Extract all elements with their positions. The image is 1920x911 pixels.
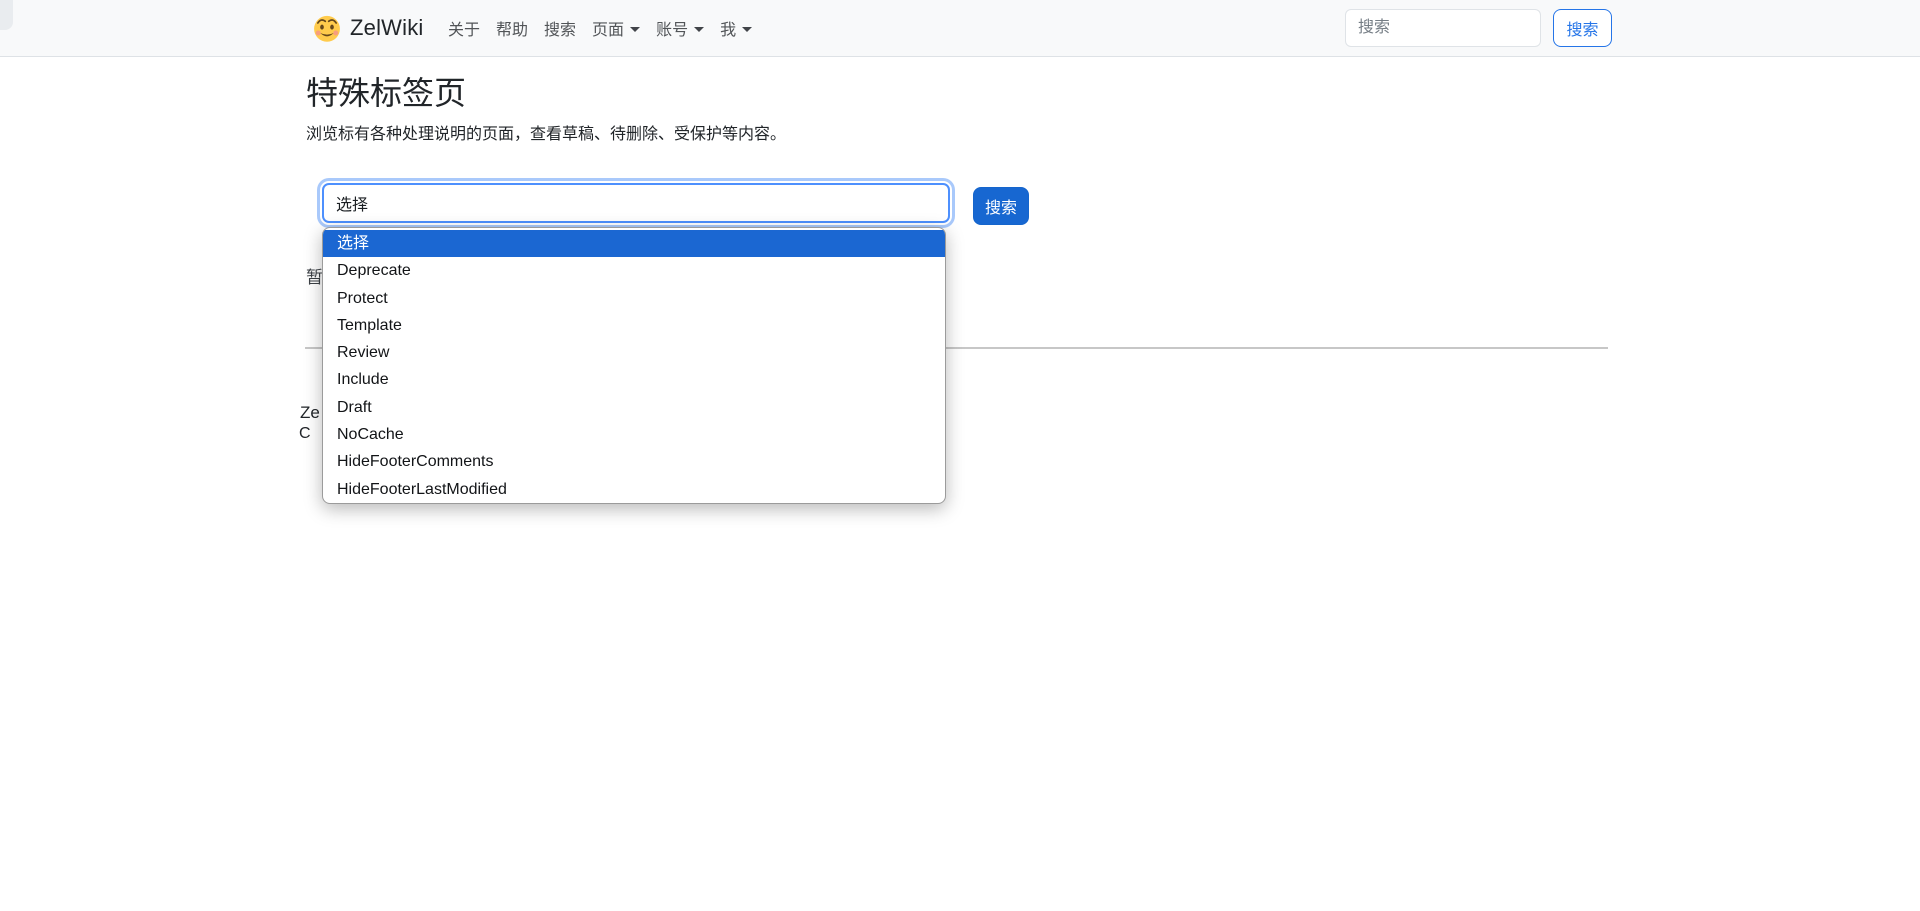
nav-item-pages-label: 页面 [592, 16, 624, 40]
tag-select-value: 选择 [336, 191, 368, 215]
nav-item-pages[interactable]: 页面 [584, 16, 648, 40]
status-text: 暂 [306, 263, 323, 288]
nav-item-about[interactable]: 关于 [440, 16, 488, 40]
zelwiki-logo-icon [312, 13, 342, 43]
nav-item-help[interactable]: 帮助 [488, 16, 536, 40]
dropdown-option-select[interactable]: 选择 [323, 230, 945, 257]
nav-item-search[interactable]: 搜索 [536, 16, 584, 40]
dropdown-option-hidefooterlastmodified[interactable]: HideFooterLastModified [323, 476, 945, 503]
dropdown-option-review[interactable]: Review [323, 339, 945, 366]
chevron-down-icon [630, 27, 640, 32]
top-navbar: ZelWiki 关于 帮助 搜索 页面 账号 我 搜索 [0, 0, 1920, 57]
navbar-search-input[interactable] [1345, 9, 1541, 47]
tag-select[interactable]: 选择 [322, 183, 950, 223]
dropdown-option-draft[interactable]: Draft [323, 394, 945, 421]
nav-item-account-label: 账号 [656, 16, 688, 40]
nav-item-account[interactable]: 账号 [648, 16, 712, 40]
navbar-links: 关于 帮助 搜索 页面 账号 我 [440, 0, 760, 56]
chevron-down-icon [694, 27, 704, 32]
tag-select-dropdown: 选择 Deprecate Protect Template Review Inc… [322, 227, 946, 504]
page: ZelWiki 关于 帮助 搜索 页面 账号 我 搜索 特殊标签页 浏览标有各种… [0, 0, 1920, 911]
search-button[interactable]: 搜索 [973, 187, 1029, 225]
brand[interactable]: ZelWiki [312, 0, 424, 56]
dropdown-option-hidefootercomments[interactable]: HideFooterComments [323, 448, 945, 475]
dropdown-option-protect[interactable]: Protect [323, 285, 945, 312]
footer-line2: C [299, 425, 311, 443]
dropdown-option-nocache[interactable]: NoCache [323, 421, 945, 448]
chevron-down-icon [742, 27, 752, 32]
nav-item-me-label: 我 [720, 16, 736, 40]
brand-name[interactable]: ZelWiki [350, 15, 424, 41]
nav-item-me[interactable]: 我 [712, 16, 760, 40]
navbar-search-button[interactable]: 搜索 [1553, 9, 1612, 47]
dropdown-option-template[interactable]: Template [323, 312, 945, 339]
scrollbar-artifact [0, 0, 13, 30]
dropdown-option-include[interactable]: Include [323, 366, 945, 393]
dropdown-option-deprecate[interactable]: Deprecate [323, 257, 945, 284]
footer-line1: Ze [300, 403, 320, 423]
page-description: 浏览标有各种处理说明的页面，查看草稿、待删除、受保护等内容。 [306, 124, 786, 146]
page-title: 特殊标签页 [306, 72, 466, 114]
